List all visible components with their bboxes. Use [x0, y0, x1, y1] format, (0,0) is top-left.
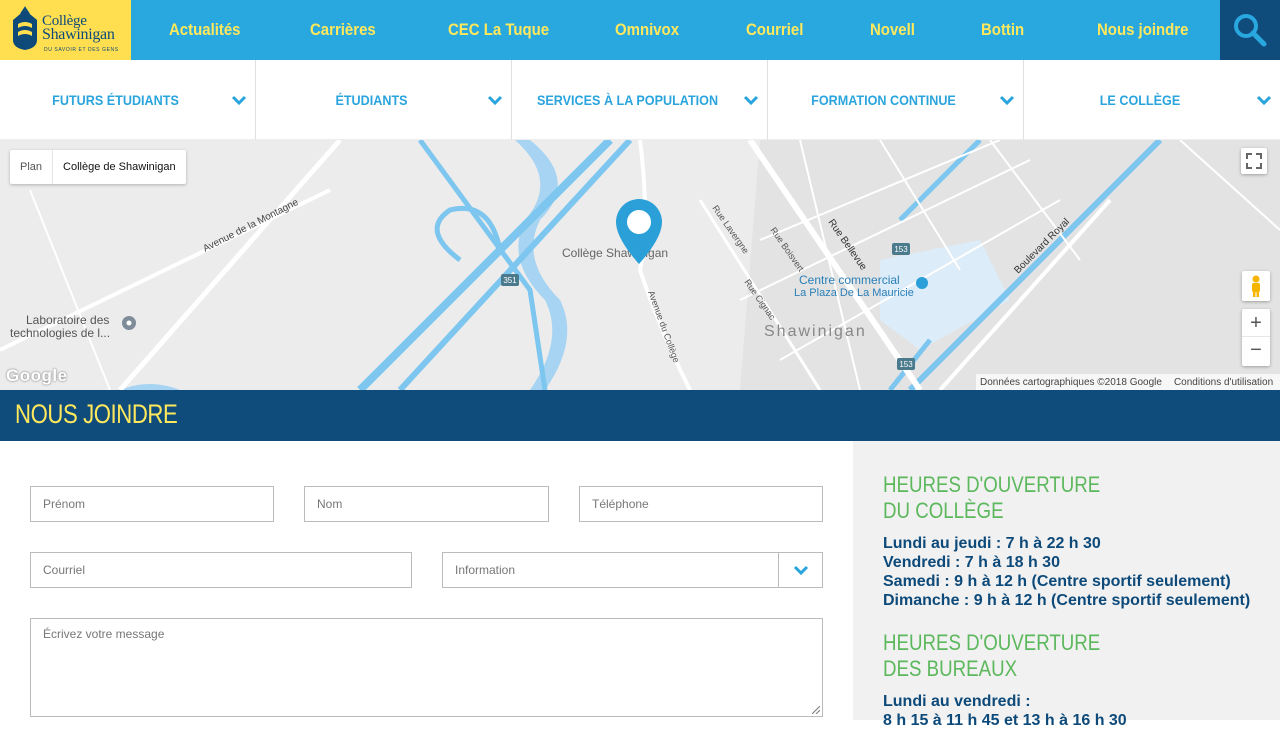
shield-logo-icon [13, 6, 37, 50]
map-label-college: Collège Shawinigan [562, 246, 668, 260]
logo-tagline: DU SAVOIR ET DES GENS [44, 47, 119, 53]
map-label-shawinigan: Shawinigan [764, 323, 867, 340]
chevron-down-icon [1256, 95, 1272, 106]
google-logo: Google [6, 366, 68, 385]
map-copyright: Données cartographiques ©2018 Google Con… [976, 374, 1280, 390]
topnav-actualites[interactable]: Actualités [169, 20, 241, 40]
top-nav: Actualités Carrières CEC La Tuque Omnivo… [131, 0, 1220, 60]
logo-line2: Shawinigan [42, 26, 115, 43]
courriel-placeholder: Courriel [43, 563, 86, 577]
search-icon [1234, 14, 1267, 47]
mainnav-futurs-etudiants[interactable]: FUTURS ÉTUDIANTS [0, 60, 256, 140]
office-hours-title: HEURES D'OUVERTURE DES BUREAUX [883, 630, 1100, 682]
topnav-nous-joindre[interactable]: Nous joindre [1097, 20, 1188, 40]
office-hours-line: Lundi au vendredi : [883, 693, 1031, 710]
college-hours-title: HEURES D'OUVERTURE DU COLLÈGE [883, 472, 1100, 524]
college-hours-title-line1: HEURES D'OUVERTURE [883, 472, 1101, 497]
office-hours-title-line2: DES BUREAUX [883, 656, 1018, 681]
map-terms-link[interactable]: Conditions d'utilisation [1174, 377, 1273, 388]
chevron-down-icon [231, 95, 247, 106]
courriel-field[interactable]: Courriel [30, 552, 412, 588]
telephone-placeholder: Téléphone [592, 497, 649, 511]
topnav-courriel[interactable]: Courriel [746, 20, 803, 40]
chevron-down-icon [793, 565, 808, 576]
college-logo[interactable]: Collège Shawinigan DU SAVOIR ET DES GENS [0, 0, 131, 60]
college-hours-title-line2: DU COLLÈGE [883, 498, 1004, 523]
mainnav-label: FORMATION CONTINUE [811, 92, 956, 108]
mainnav-label: SERVICES À LA POPULATION [536, 92, 719, 108]
route-153-label: 153 [894, 245, 908, 254]
search-button[interactable] [1220, 0, 1280, 60]
chevron-down-icon [487, 95, 503, 106]
page-banner: NOUS JOINDRE [0, 390, 1280, 441]
map-plan-tab[interactable]: Plan [10, 150, 54, 184]
mainnav-formation-continue[interactable]: FORMATION CONTINUE [768, 60, 1024, 140]
fullscreen-icon [1246, 153, 1262, 169]
top-bar: Collège Shawinigan DU SAVOIR ET DES GENS… [0, 0, 1280, 60]
college-hours-line: Vendredi : 7 h à 18 h 30 [883, 554, 1060, 571]
map-place-name[interactable]: Collège de Shawinigan [53, 161, 186, 173]
logo-wordmark: Collège Shawinigan [42, 14, 115, 43]
page-title: NOUS JOINDRE [15, 399, 178, 429]
zoom-out-button[interactable]: − [1242, 337, 1270, 365]
message-placeholder: Écrivez votre message [43, 627, 165, 641]
topnav-bottin[interactable]: Bottin [981, 20, 1024, 40]
prenom-field[interactable]: Prénom [30, 486, 274, 522]
zoom-in-button[interactable]: + [1242, 309, 1270, 337]
map-label-centre-commercial: Centre commercial [799, 273, 900, 287]
college-hours-line: Dimanche : 9 h à 12 h (Centre sportif se… [883, 592, 1251, 609]
map-data-credit: Données cartographiques ©2018 Google [980, 376, 1162, 388]
office-hours-line: 8 h 15 à 11 h 45 et 13 h à 16 h 30 [883, 712, 1127, 729]
nom-field[interactable]: Nom [304, 486, 549, 522]
map-label-laboratoire: Laboratoire des [26, 313, 109, 327]
chevron-down-icon [743, 95, 759, 106]
map-label-plaza: La Plaza De La Mauricie [794, 287, 914, 299]
topnav-novell[interactable]: Novell [870, 20, 915, 40]
mainnav-label: ÉTUDIANTS [335, 92, 408, 108]
chevron-down-icon [999, 95, 1015, 106]
contact-form: Prénom Nom Téléphone Courriel Informatio… [0, 441, 853, 720]
select-toggle[interactable] [778, 553, 822, 587]
google-map[interactable]: 351 153 153 Avenue de la Montagne Labora… [0, 140, 1280, 390]
map-canvas[interactable]: 351 153 153 Avenue de la Montagne Labora… [0, 140, 1280, 390]
route-351-label: 351 [503, 276, 517, 285]
information-selected: Information [455, 563, 516, 577]
telephone-field[interactable]: Téléphone [579, 486, 823, 522]
mainnav-label: FUTURS ÉTUDIANTS [52, 92, 179, 108]
fullscreen-button[interactable] [1241, 148, 1267, 174]
message-textarea[interactable]: Écrivez votre message [30, 618, 823, 717]
nom-placeholder: Nom [317, 497, 343, 511]
topnav-cec-la-tuque[interactable]: CEC La Tuque [448, 20, 549, 40]
information-select[interactable]: Information [442, 552, 823, 588]
mainnav-le-college[interactable]: LE COLLÈGE [1024, 60, 1280, 140]
pegman-icon [1252, 275, 1260, 297]
prenom-placeholder: Prénom [43, 497, 86, 511]
resize-handle-icon[interactable] [812, 706, 820, 714]
mainnav-services-population[interactable]: SERVICES À LA POPULATION [512, 60, 768, 140]
map-place-card: Plan Collège de Shawinigan [10, 150, 186, 184]
main-nav: FUTURS ÉTUDIANTS ÉTUDIANTS SERVICES À LA… [0, 60, 1280, 140]
mainnav-etudiants[interactable]: ÉTUDIANTS [256, 60, 512, 140]
office-hours-title-line1: HEURES D'OUVERTURE [883, 630, 1101, 655]
topnav-carrieres[interactable]: Carrières [310, 20, 376, 40]
college-hours-line: Samedi : 9 h à 12 h (Centre sportif seul… [883, 573, 1231, 590]
zoom-controls: + − [1242, 309, 1270, 366]
map-label-laboratoire-2: technologies de l... [10, 326, 110, 340]
topnav-omnivox[interactable]: Omnivox [615, 20, 679, 40]
opening-hours-panel: HEURES D'OUVERTURE DU COLLÈGE Lundi au j… [853, 441, 1280, 729]
mainnav-label: LE COLLÈGE [1099, 92, 1181, 108]
route-153-label: 153 [899, 360, 913, 369]
street-view-button[interactable] [1242, 271, 1270, 301]
college-hours-line: Lundi au jeudi : 7 h à 22 h 30 [883, 535, 1101, 552]
